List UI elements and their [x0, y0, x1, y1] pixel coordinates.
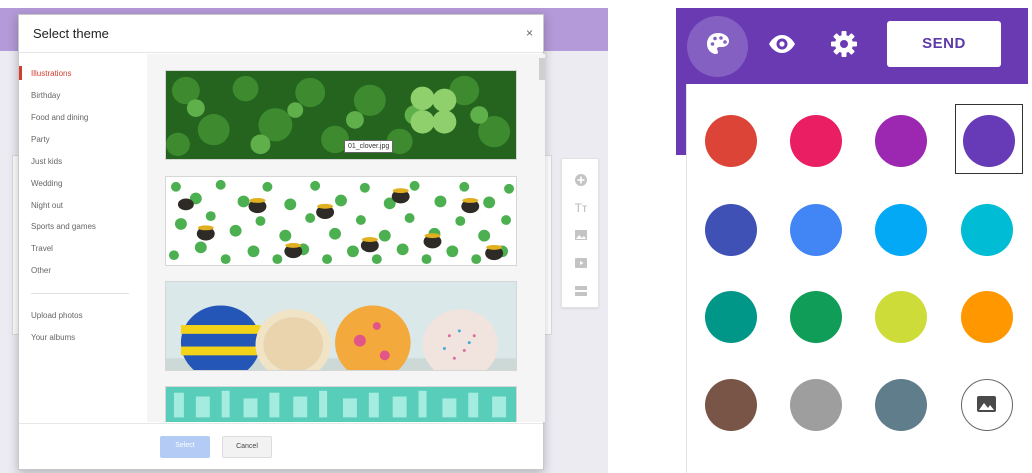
color-picker-screen: SEND — [676, 8, 1032, 473]
teal-pattern-image — [166, 387, 516, 422]
easter-eggs-image — [166, 282, 516, 370]
eye-icon[interactable] — [764, 26, 800, 62]
color-swatch-deep-purple[interactable] — [963, 115, 1015, 167]
gear-icon[interactable] — [826, 26, 862, 62]
category-wedding[interactable]: Wedding — [31, 179, 62, 188]
theme-thumbnail-clover[interactable]: 01_clover.jpg — [165, 70, 517, 160]
send-button[interactable]: SEND — [887, 21, 1001, 67]
color-swatch-cyan[interactable] — [961, 204, 1013, 256]
custom-image-button[interactable] — [961, 379, 1013, 431]
color-swatch-teal[interactable] — [705, 291, 757, 343]
title-text-icon[interactable]: Tт — [573, 201, 589, 215]
gallery-scrollbar[interactable] — [539, 58, 545, 80]
video-icon[interactable] — [573, 257, 589, 271]
image-icon — [977, 396, 996, 412]
nav-divider — [31, 293, 129, 294]
color-swatch-indigo[interactable] — [705, 204, 757, 256]
dialog-title: Select theme — [33, 26, 109, 41]
color-swatch-brown[interactable] — [705, 379, 757, 431]
color-swatch-pink[interactable] — [790, 115, 842, 167]
color-swatch-lime[interactable] — [875, 291, 927, 343]
filename-tooltip: 01_clover.jpg — [344, 140, 394, 153]
theme-thumbnail-gold-pots[interactable] — [165, 176, 517, 266]
your-albums-link[interactable]: Your albums — [31, 333, 75, 342]
category-illustrations[interactable]: Illustrations — [31, 69, 71, 78]
select-button[interactable]: Select — [160, 436, 210, 458]
category-travel[interactable]: Travel — [31, 244, 53, 253]
color-swatch-blue[interactable] — [790, 204, 842, 256]
category-birthday[interactable]: Birthday — [31, 91, 60, 100]
color-swatch-red[interactable] — [705, 115, 757, 167]
theme-gallery: 01_clover.jpg — [147, 54, 545, 422]
dialog-footer: Select Cancel — [19, 423, 543, 471]
select-theme-dialog: Select theme × Illustrations Birthday Fo… — [18, 14, 545, 471]
theme-category-nav: Illustrations Birthday Food and dining P… — [19, 61, 147, 421]
theme-thumbnail-easter-eggs[interactable] — [165, 281, 517, 371]
add-circle-icon[interactable] — [573, 173, 589, 187]
color-swatch-blue-grey[interactable] — [875, 379, 927, 431]
color-swatch-grey[interactable] — [790, 379, 842, 431]
active-category-indicator — [19, 66, 22, 80]
title-text-icon-glyph: Tт — [574, 201, 588, 215]
upload-photos-link[interactable]: Upload photos — [31, 311, 83, 320]
category-night-out[interactable]: Night out — [31, 201, 63, 210]
theme-thumbnail-teal-pattern[interactable] — [165, 386, 517, 422]
close-icon[interactable]: × — [526, 26, 533, 40]
color-swatch-light-blue[interactable] — [875, 204, 927, 256]
color-swatch-purple[interactable] — [875, 115, 927, 167]
category-food-and-dining[interactable]: Food and dining — [31, 113, 88, 122]
category-other[interactable]: Other — [31, 266, 51, 275]
form-side-toolbar: Tт — [561, 158, 599, 308]
clover-image — [166, 71, 516, 159]
section-icon[interactable] — [573, 285, 589, 299]
category-sports-and-games[interactable]: Sports and games — [31, 222, 96, 231]
category-party[interactable]: Party — [31, 135, 50, 144]
color-swatch-orange[interactable] — [961, 291, 1013, 343]
category-just-kids[interactable]: Just kids — [31, 157, 62, 166]
gold-pots-pattern-image — [166, 177, 516, 265]
image-icon[interactable] — [573, 229, 589, 243]
cancel-button[interactable]: Cancel — [222, 436, 272, 458]
dialog-header: Select theme × — [19, 15, 543, 53]
theme-selector-screen: Tт Select theme × Illustrations Birthday… — [0, 0, 610, 473]
palette-icon[interactable] — [700, 26, 736, 62]
color-swatch-green[interactable] — [790, 291, 842, 343]
